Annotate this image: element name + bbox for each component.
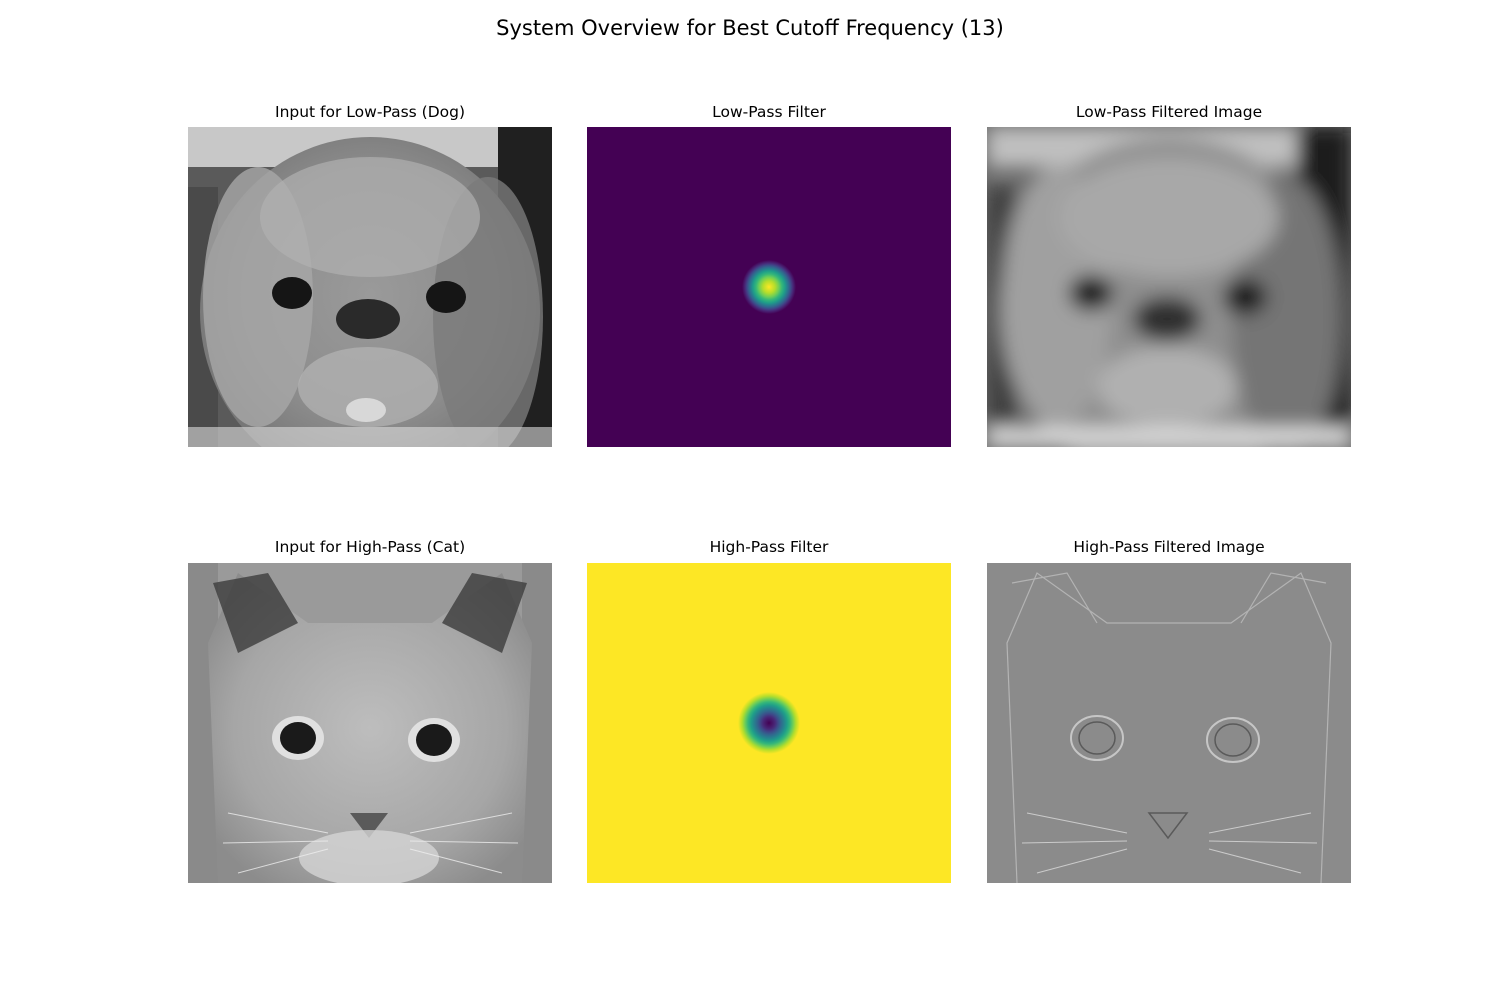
dog-input-title: Input for Low-Pass (Dog)	[275, 103, 465, 121]
figure-title: System Overview for Best Cutoff Frequenc…	[496, 16, 1004, 40]
cat-input-title: Input for High-Pass (Cat)	[274, 538, 466, 556]
high-pass-output-image	[987, 563, 1351, 883]
low-pass-output-title: Low-Pass Filtered Image	[1075, 103, 1263, 121]
low-pass-output-image	[987, 127, 1351, 447]
dog-input-image	[188, 127, 552, 447]
high-pass-filter-heatmap	[587, 563, 951, 883]
high-pass-filter-title: High-Pass Filter	[709, 538, 829, 556]
high-pass-output-title: High-Pass Filtered Image	[1073, 538, 1265, 556]
low-pass-filter-title: Low-Pass Filter	[712, 103, 826, 121]
low-pass-filter-heatmap	[587, 127, 951, 447]
cat-input-image	[188, 563, 552, 883]
